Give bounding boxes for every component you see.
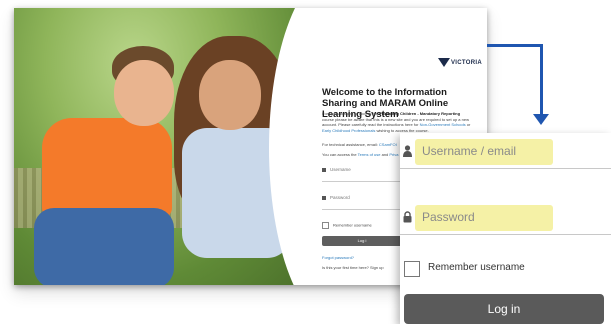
user-icon bbox=[322, 167, 326, 172]
user-icon bbox=[403, 145, 412, 157]
bg-remember-checkbox[interactable]: Remember username bbox=[322, 222, 372, 229]
intro-part-1: For users wishing to access the bbox=[322, 111, 380, 116]
boy-shirt bbox=[42, 118, 172, 218]
logo-text: VICTORIA bbox=[451, 60, 482, 67]
girl-face bbox=[199, 60, 261, 130]
password-underline bbox=[400, 234, 611, 235]
assistance-email-link[interactable]: CSamFOI bbox=[379, 142, 397, 147]
bg-password-placeholder: Password bbox=[330, 195, 350, 200]
username-field[interactable]: Username / email bbox=[400, 135, 611, 169]
bg-remember-label: Remember username bbox=[333, 222, 372, 228]
victoria-logo: VICTORIA bbox=[438, 58, 482, 67]
assistance-label: For technical assistance, email: bbox=[322, 142, 379, 147]
checkbox-icon[interactable] bbox=[322, 222, 329, 229]
arrow-connector-horizontal bbox=[487, 44, 543, 47]
boy-face bbox=[114, 60, 174, 126]
boy-pants bbox=[34, 208, 174, 285]
non-government-schools-link[interactable]: Non-Government Schools bbox=[420, 122, 466, 127]
lock-icon bbox=[322, 195, 326, 200]
arrow-connector-vertical bbox=[540, 44, 543, 116]
forgot-password-link[interactable]: Forgot password? bbox=[322, 255, 354, 260]
login-button[interactable]: Log in bbox=[404, 294, 604, 324]
bg-username-field[interactable]: Username bbox=[322, 167, 402, 182]
bg-password-field[interactable]: Password bbox=[322, 195, 402, 210]
lock-icon bbox=[403, 211, 412, 223]
bg-login-button[interactable]: Log i bbox=[322, 236, 402, 246]
terms-label: You can access the bbox=[322, 152, 358, 157]
password-placeholder: Password bbox=[422, 210, 475, 224]
first-time-signup-text[interactable]: Is this your first time here? Sign up bbox=[322, 265, 384, 270]
terms-link[interactable]: Terms of use bbox=[358, 152, 381, 157]
logo-mark-icon bbox=[438, 58, 450, 67]
username-placeholder: Username / email bbox=[422, 144, 517, 158]
bg-username-placeholder: Username bbox=[330, 167, 351, 172]
intro-part-3: or bbox=[465, 122, 471, 128]
intro-bold: Protecting Children - Mandatory Reportin… bbox=[379, 111, 461, 116]
remember-username-label: Remember username bbox=[428, 262, 525, 273]
password-field[interactable]: Password bbox=[400, 201, 611, 235]
intro-text: For users wishing to access the Protecti… bbox=[322, 111, 472, 133]
early-childhood-link[interactable]: Early Childhood Professionals bbox=[322, 128, 375, 133]
privacy-link[interactable]: Priva bbox=[389, 152, 398, 157]
checkbox-icon[interactable] bbox=[404, 261, 420, 277]
username-underline bbox=[400, 168, 611, 169]
zoomed-login-panel: Username / email Password Remember usern… bbox=[400, 133, 611, 324]
arrow-head-icon bbox=[533, 114, 549, 125]
